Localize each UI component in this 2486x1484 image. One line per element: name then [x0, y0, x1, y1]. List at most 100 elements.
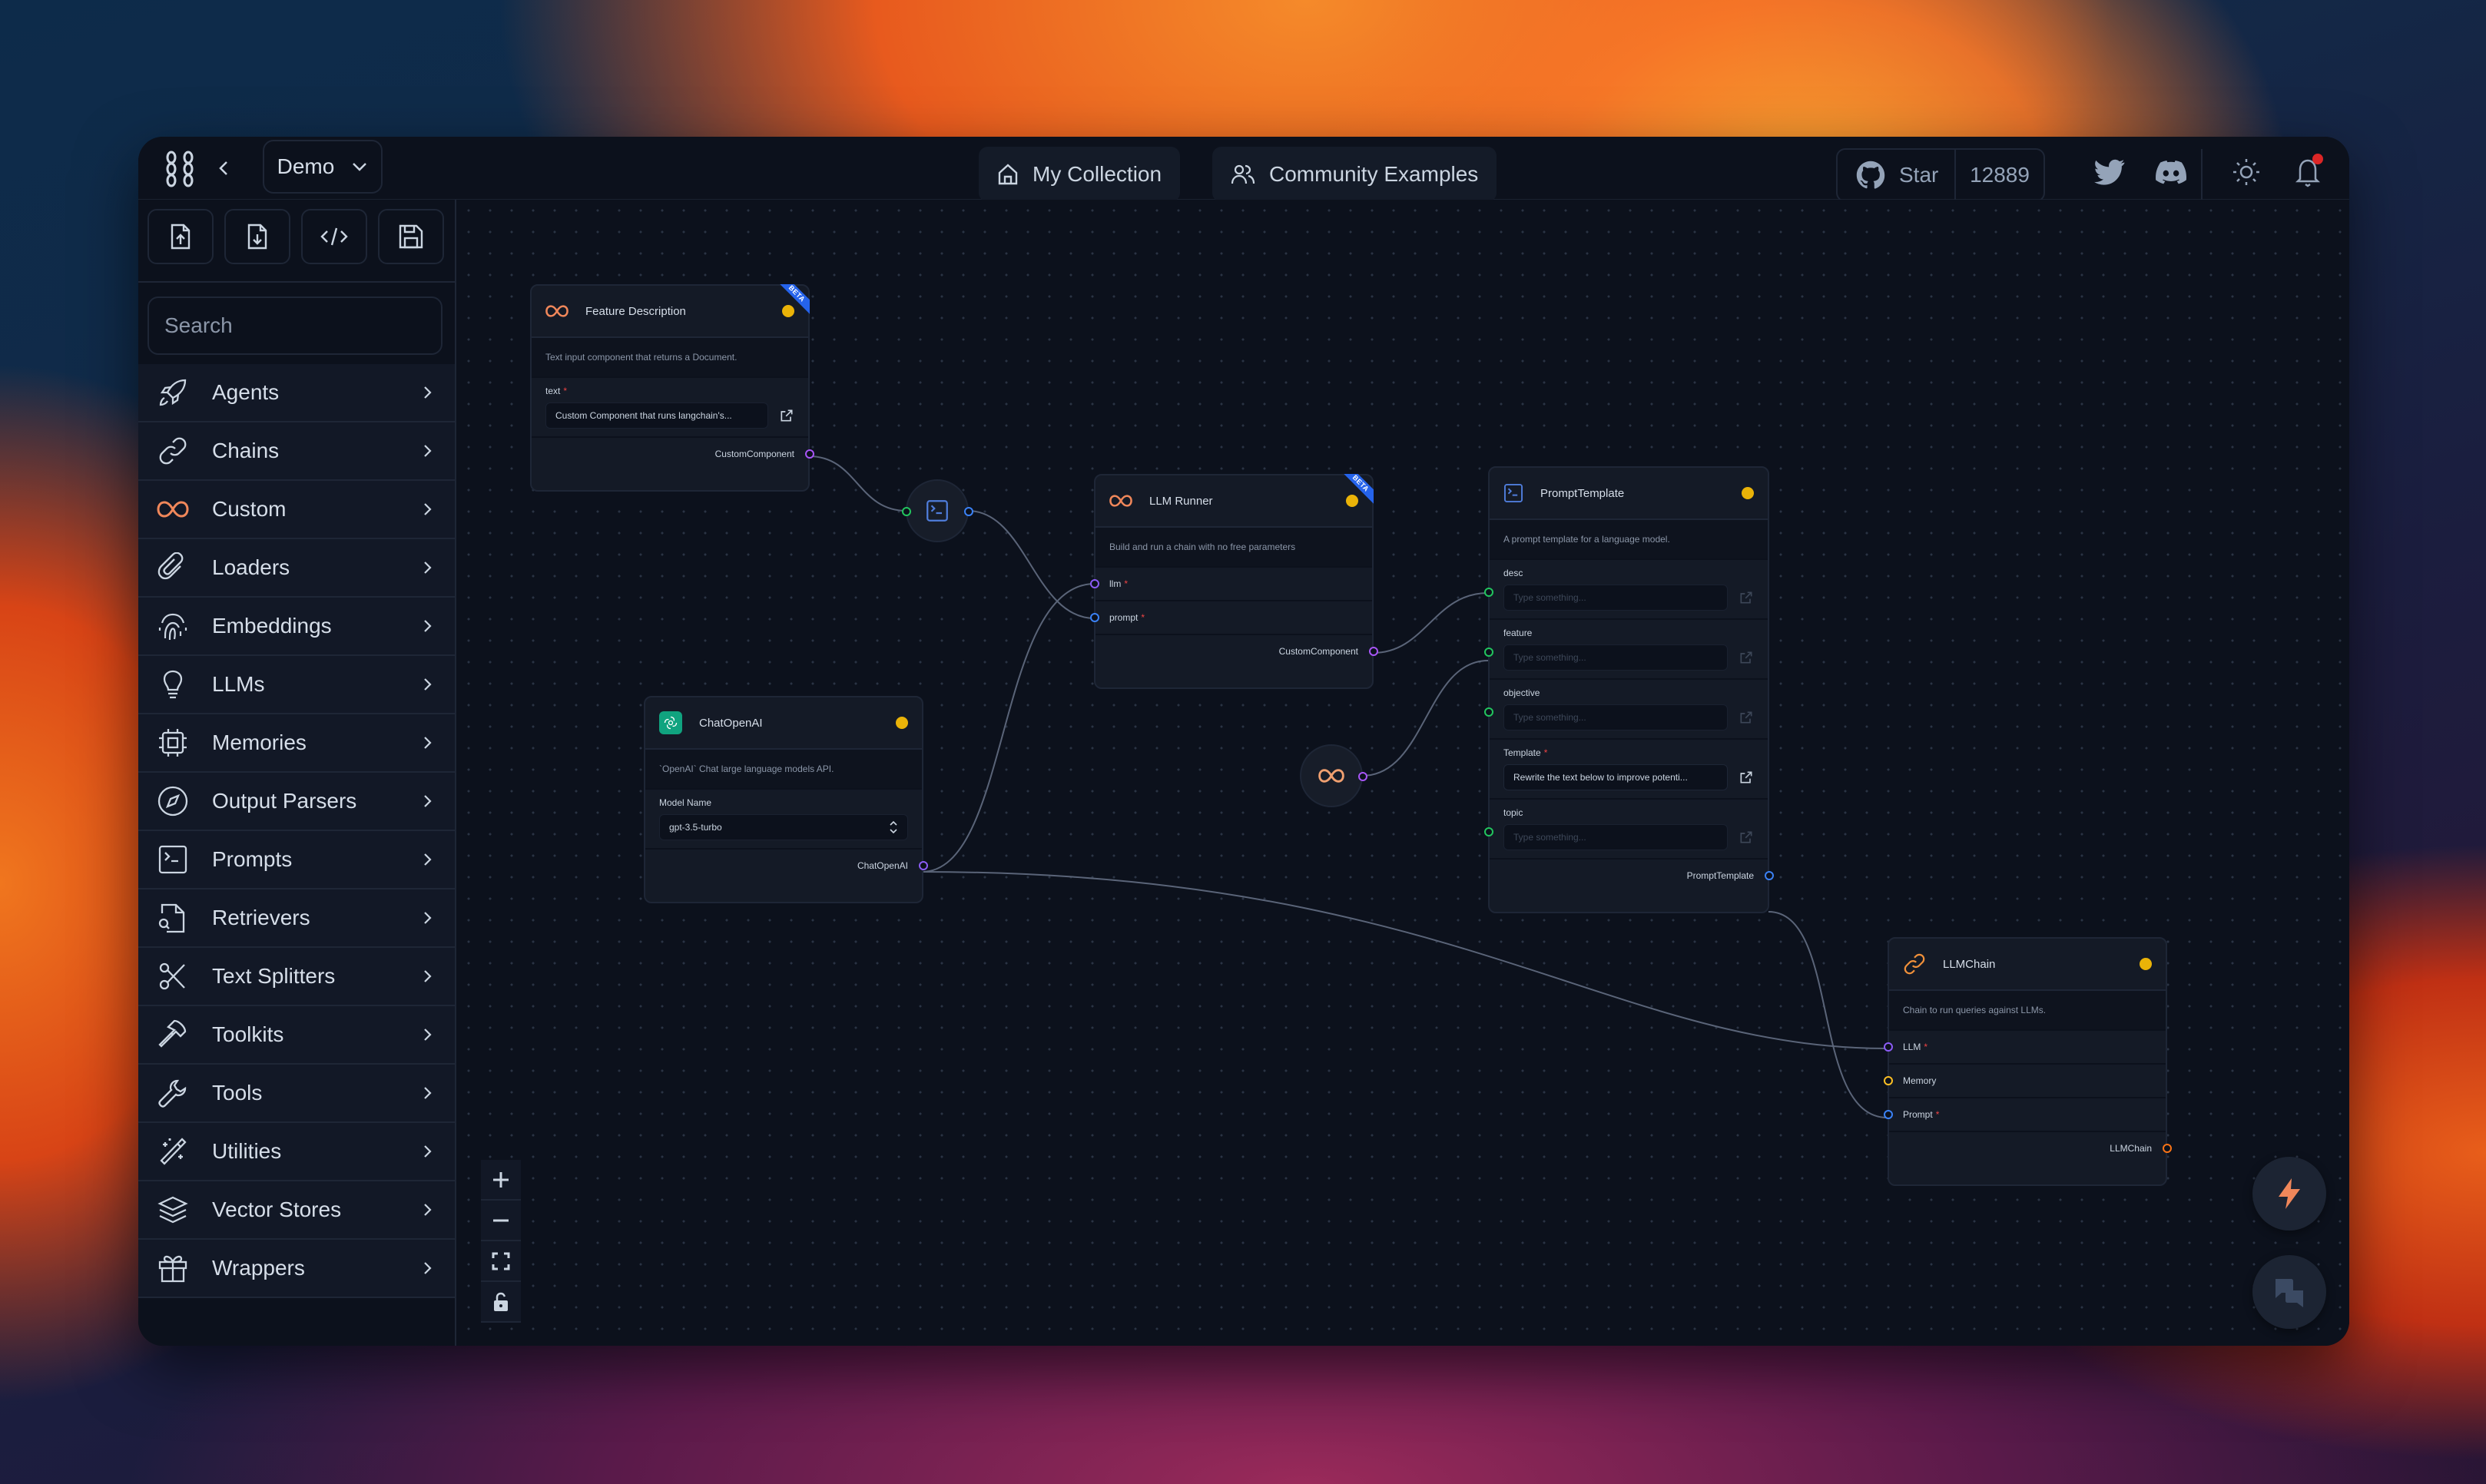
output-port[interactable] — [1358, 772, 1367, 781]
chat-button[interactable] — [2252, 1255, 2326, 1329]
sidebar-item-wrappers[interactable]: Wrappers — [138, 1240, 455, 1298]
input-port[interactable] — [1484, 588, 1493, 597]
external-link-icon[interactable] — [1739, 590, 1754, 605]
beta-badge: BETA — [779, 284, 810, 315]
search-box[interactable] — [148, 296, 443, 355]
sidebar-item-retrievers[interactable]: Retrievers — [138, 889, 455, 948]
file-download-icon — [247, 224, 267, 250]
external-link-icon[interactable] — [779, 408, 794, 423]
output-port[interactable] — [805, 449, 814, 459]
sidebar-item-loaders[interactable]: Loaders — [138, 539, 455, 598]
theme-toggle-button[interactable] — [2229, 155, 2263, 189]
sidebar-item-embeddings[interactable]: Embeddings — [138, 598, 455, 656]
output-label: ChatOpenAI — [857, 860, 908, 871]
twitter-icon — [2094, 159, 2125, 185]
chevron-right-icon — [424, 1029, 432, 1041]
node-llm-runner[interactable]: LLM Runner BETA Build and run a chain wi… — [1090, 474, 1378, 689]
lock-button[interactable] — [481, 1282, 521, 1323]
node-header[interactable]: Feature Description BETA — [532, 284, 810, 338]
twitter-button[interactable] — [2093, 155, 2126, 189]
community-examples-button[interactable]: Community Examples — [1212, 147, 1497, 202]
external-link-icon[interactable] — [1739, 770, 1754, 785]
input-port[interactable] — [1884, 1076, 1893, 1085]
node-header[interactable]: PromptTemplate — [1490, 468, 1768, 520]
community-examples-label: Community Examples — [1269, 162, 1479, 186]
scissors-icon — [159, 962, 185, 990]
discord-button[interactable] — [2154, 155, 2188, 189]
node-description: Chain to run queries against LLMs. — [1889, 991, 2166, 1029]
sidebar-item-llms[interactable]: LLMs — [138, 656, 455, 714]
build-flow-button[interactable] — [2252, 1157, 2326, 1231]
sidebar-item-utilities[interactable]: Utilities — [138, 1123, 455, 1181]
edge — [1372, 592, 1489, 654]
fit-view-button[interactable] — [481, 1241, 521, 1282]
output-port[interactable] — [919, 861, 928, 870]
chevron-right-icon — [424, 1145, 432, 1158]
template-input[interactable] — [1503, 764, 1728, 790]
save-button[interactable] — [378, 209, 444, 264]
node-feature-description[interactable]: Feature Description BETA Text input comp… — [530, 284, 814, 492]
zoom-in-button[interactable] — [481, 1160, 521, 1201]
desc-input[interactable] — [1503, 585, 1728, 611]
group-node-custom[interactable] — [1300, 744, 1367, 807]
sidebar-item-text-splitters[interactable]: Text Splitters — [138, 948, 455, 1006]
sidebar-item-vector-stores[interactable]: Vector Stores — [138, 1181, 455, 1240]
node-header[interactable]: LLMChain — [1889, 939, 2166, 991]
input-label: LLM — [1903, 1042, 1921, 1052]
node-description: Build and run a chain with no free param… — [1095, 528, 1372, 566]
output-handle-row: CustomComponent — [532, 436, 814, 470]
sidebar-item-tools[interactable]: Tools — [138, 1065, 455, 1123]
output-port[interactable] — [2163, 1144, 2172, 1153]
input-port[interactable] — [1884, 1042, 1893, 1052]
chevron-right-icon — [424, 795, 432, 807]
github-star-button[interactable]: Star 12889 — [1836, 148, 2045, 202]
topic-input[interactable] — [1503, 824, 1728, 850]
input-port[interactable] — [1484, 827, 1493, 836]
notifications-button[interactable] — [2291, 154, 2325, 189]
sidebar-item-toolkits[interactable]: Toolkits — [138, 1006, 455, 1065]
input-label: Prompt — [1903, 1109, 1933, 1120]
openai-icon — [659, 711, 682, 734]
input-port[interactable] — [1484, 707, 1493, 717]
export-button[interactable] — [224, 209, 290, 264]
sidebar-item-agents[interactable]: Agents — [138, 364, 455, 422]
external-link-icon[interactable] — [1739, 830, 1754, 845]
feature-input[interactable] — [1503, 644, 1728, 671]
group-node-prompt[interactable] — [902, 479, 973, 542]
node-header[interactable]: ChatOpenAI — [645, 697, 922, 750]
output-port[interactable] — [1765, 871, 1774, 880]
my-collection-button[interactable]: My Collection — [979, 147, 1181, 202]
node-llm-chain[interactable]: LLMChain Chain to run queries against LL… — [1884, 937, 2172, 1186]
sidebar-item-label: Retrievers — [212, 906, 310, 929]
model-select[interactable]: gpt-3.5-turbo — [659, 814, 908, 840]
node-header[interactable]: LLM Runner BETA — [1095, 474, 1374, 528]
back-button[interactable] — [212, 154, 235, 183]
search-input[interactable] — [164, 313, 442, 338]
import-button[interactable] — [148, 209, 214, 264]
external-link-icon[interactable] — [1739, 650, 1754, 665]
text-input[interactable] — [545, 402, 768, 429]
input-port[interactable] — [902, 507, 911, 516]
code-button[interactable] — [301, 209, 367, 264]
sidebar-item-label: Prompts — [212, 847, 293, 871]
zoom-out-button[interactable] — [481, 1201, 521, 1241]
input-port[interactable] — [1884, 1110, 1893, 1119]
input-port[interactable] — [1090, 579, 1099, 588]
project-dropdown[interactable]: Demo — [263, 140, 383, 194]
external-link-icon[interactable] — [1739, 710, 1754, 725]
output-port[interactable] — [964, 507, 973, 516]
node-prompt-template[interactable]: PromptTemplate A prompt template for a l… — [1484, 466, 1774, 913]
objective-input[interactable] — [1503, 704, 1728, 730]
sidebar-item-custom[interactable]: Custom — [138, 481, 455, 539]
output-port[interactable] — [1369, 647, 1378, 656]
input-port[interactable] — [1484, 648, 1493, 657]
sidebar-item-memories[interactable]: Memories — [138, 714, 455, 773]
node-chat-openai[interactable]: ChatOpenAI `OpenAI` Chat large language … — [644, 696, 928, 903]
input-port[interactable] — [1090, 613, 1099, 622]
sidebar-item-prompts[interactable]: Prompts — [138, 831, 455, 889]
sidebar-item-chains[interactable]: Chains — [138, 422, 455, 481]
flow-canvas[interactable]: Feature Description BETA Text input comp… — [458, 200, 2349, 1346]
langflow-logo-icon[interactable] — [163, 151, 197, 187]
output-handle-row: ChatOpenAI — [645, 848, 928, 882]
sidebar-item-output-parsers[interactable]: Output Parsers — [138, 773, 455, 831]
